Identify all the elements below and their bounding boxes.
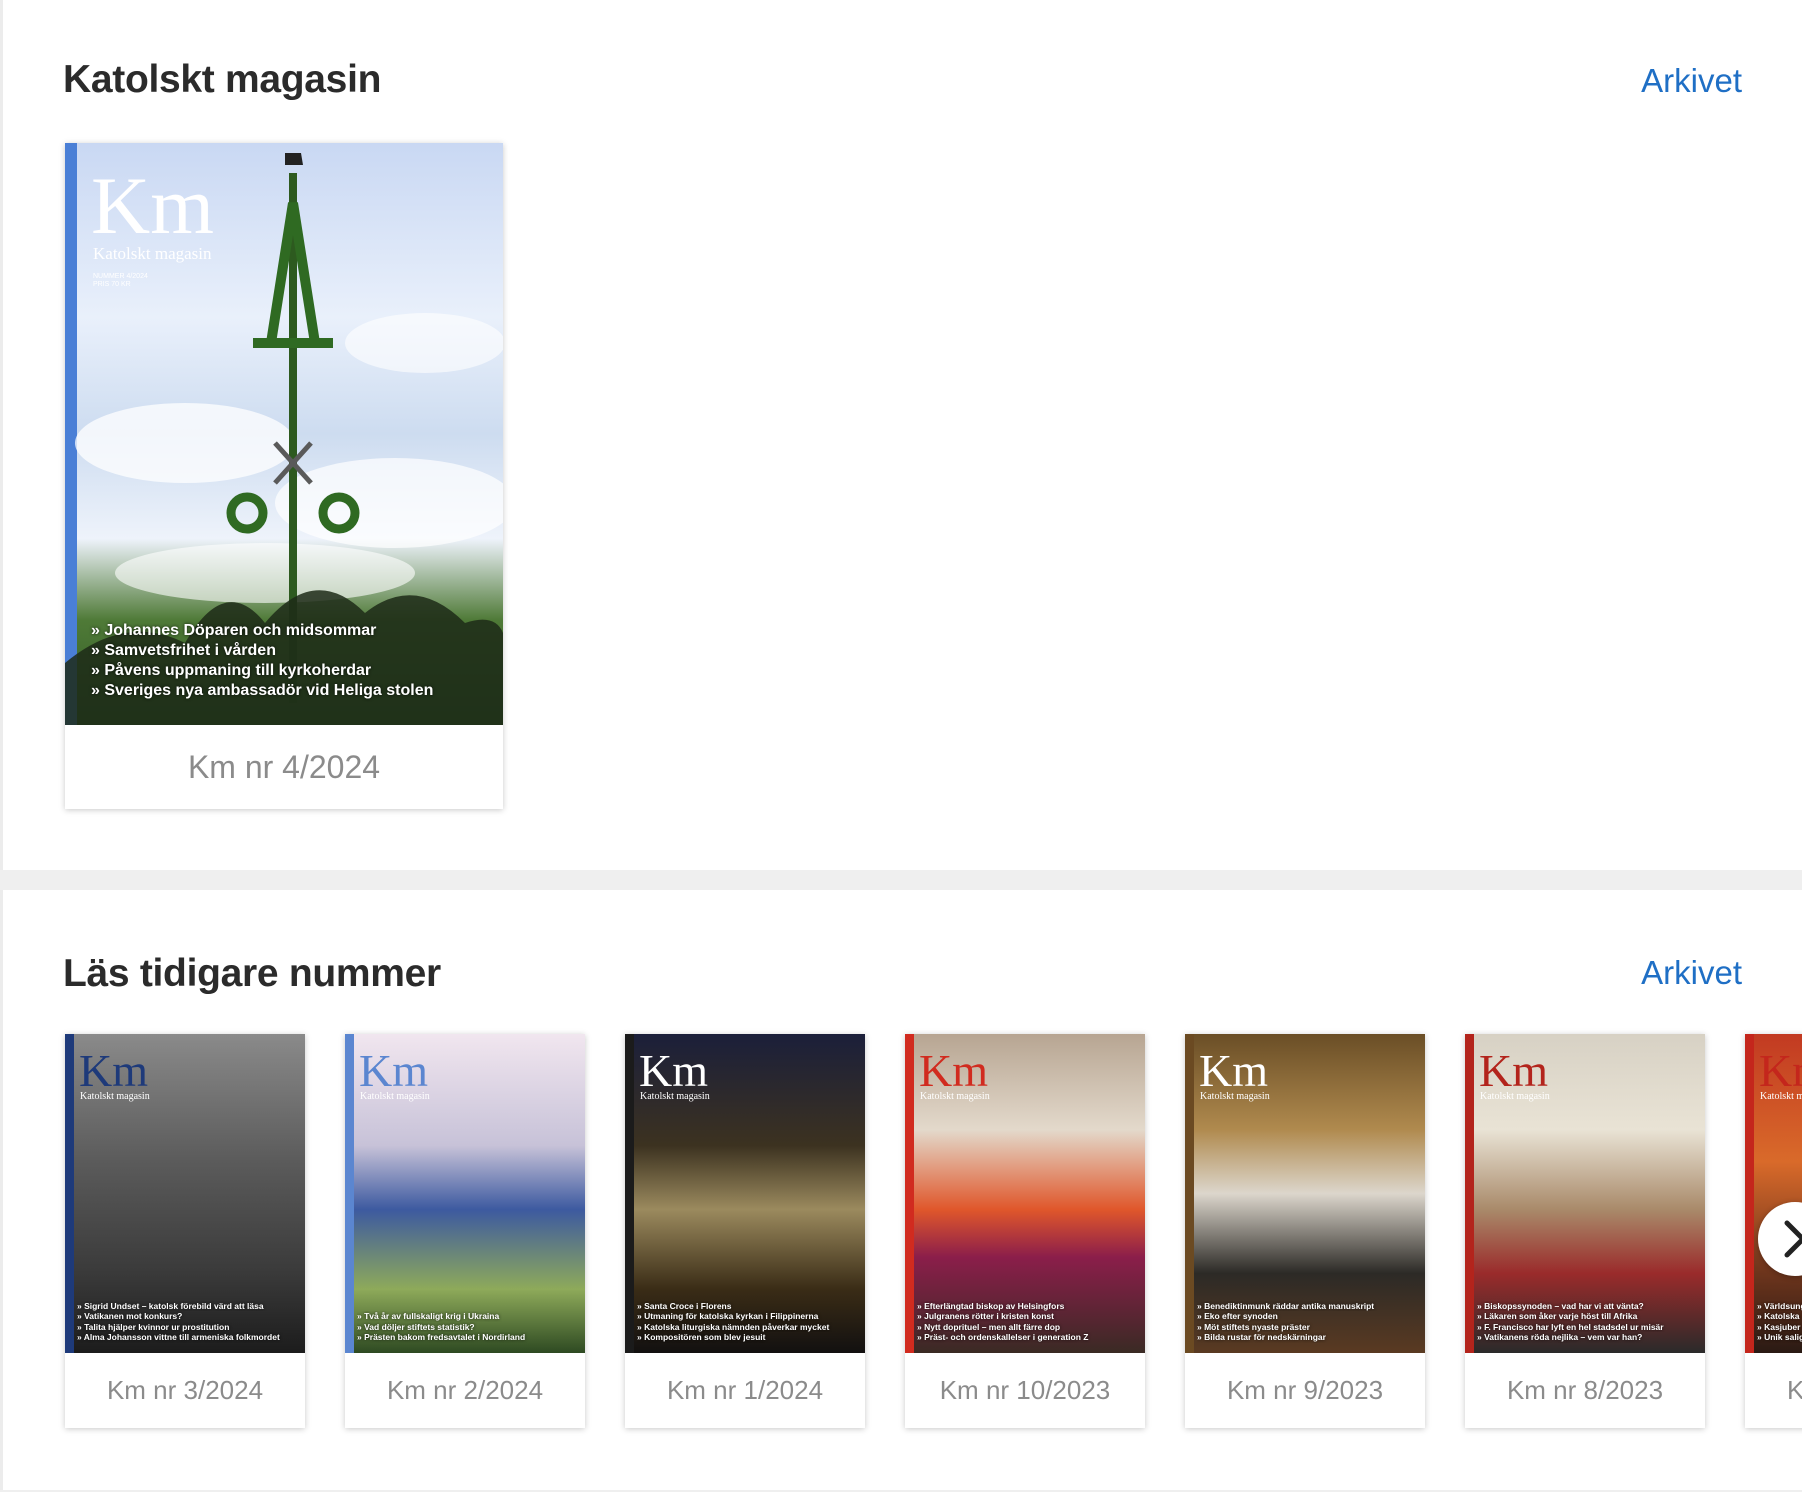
cover-image: Km Katolskt magasin » Sigrid Undset – kato… [65, 1034, 305, 1353]
headline: » Två år av fullskaligt krig i Ukraina [357, 1311, 500, 1322]
headline: » F. Francisco har lyft en hel stadsdel … [1477, 1321, 1664, 1332]
headline: » Påvens uppmaning till kyrkoherdar [91, 662, 372, 679]
cover-image: Km Katolskt magasin » Santa Croce i Floren… [625, 1034, 865, 1353]
cover-headlines: » Två år av fullskaligt krig i Ukraina» … [357, 1311, 579, 1343]
section-title: Katolskt magasin [63, 58, 382, 101]
issue-card[interactable]: Km Katolskt magasin » Biskopssynoden – vad… [1465, 1034, 1705, 1428]
cover-headlines: » Johannes Döparen och midsommar » Samve… [91, 621, 433, 701]
issue-number: NUMMER 4/2024 [93, 273, 148, 280]
headline: » Sveriges nya ambassadör vid Heliga sto… [91, 682, 434, 699]
headline: » Samvetsfrihet i vården [91, 642, 276, 659]
cover-headlines: » Benediktinmunk räddar antika manuskrip… [1197, 1301, 1419, 1344]
masthead: Km [91, 160, 214, 251]
masthead-subtitle: Katolskt magasin [360, 1091, 430, 1102]
cover-headlines: » Världsungdomsdagen» Katolska» Kasjuber… [1757, 1301, 1802, 1344]
issue-card[interactable]: Km Katolskt magasin » Sigrid Undset – kato… [65, 1034, 305, 1428]
masthead-subtitle: Katolskt magasin [1480, 1091, 1550, 1102]
issue-card[interactable]: Km Katolskt magasin » Santa Croce i Floren… [625, 1034, 865, 1428]
headline: » Bilda rustar för nedskärningar [1197, 1332, 1326, 1343]
headline: » Eko efter synoden [1197, 1311, 1278, 1322]
headline: » Johannes Döparen och midsommar [91, 622, 377, 639]
issue-caption: Km nr 2/2024 [386, 1375, 544, 1405]
featured-issue-card[interactable]: Km Katolskt magasin NUMMER 4/2024 PRIS 7… [65, 143, 503, 809]
issue-caption: Km nr 10/2023 [939, 1375, 1111, 1405]
headline: » Talita hjälper kvinnor ur prostitution [77, 1321, 230, 1332]
headline: » Katolska liturgiska nämnden påverkar m… [637, 1321, 830, 1332]
archive-link[interactable]: Arkivet [1641, 62, 1742, 100]
masthead-subtitle: Katolskt magasin [1760, 1091, 1802, 1102]
cover-headlines: » Santa Croce i Florens» Utmaning för ka… [637, 1301, 859, 1344]
headline: » Nytt doprituel – men allt färre dop [917, 1321, 1061, 1332]
masthead-subtitle: Katolskt magasin [93, 244, 212, 263]
headline: » Katolska [1757, 1311, 1800, 1322]
headline: » Vad döljer stiftets statistik? [357, 1321, 475, 1332]
masthead-subtitle: Katolskt magasin [1200, 1091, 1270, 1102]
masthead: Km [1759, 1045, 1802, 1096]
masthead: Km [79, 1045, 148, 1096]
headline: » Sigrid Undset – katolsk förebild värd … [77, 1300, 264, 1311]
cover-image: Km Katolskt magasin NUMMER 4/2024 PRIS 7… [65, 143, 503, 725]
masthead: Km [1199, 1045, 1268, 1096]
archive-link[interactable]: Arkivet [1641, 954, 1742, 992]
headline: » Unik salig [1757, 1332, 1802, 1343]
masthead: Km [1479, 1045, 1548, 1096]
masthead: Km [919, 1045, 988, 1096]
issue-caption: Km nr 8/2023 [1506, 1375, 1664, 1405]
cover-image: Km Katolskt magasin » Benediktinmunk rädda… [1185, 1034, 1425, 1353]
masthead-subtitle: Katolskt magasin [640, 1091, 710, 1102]
cover-image: KmKatolskt magasin» Världsungdomsdagen» … [1745, 1034, 1802, 1353]
masthead-subtitle: Katolskt magasin [920, 1091, 990, 1102]
issue-card[interactable]: Km Katolskt magasin » Två år av fullskalig… [345, 1034, 585, 1428]
headline: » Alma Johansson vittne till armeniska f… [77, 1332, 280, 1343]
issue-card[interactable]: Km Katolskt magasin » Efterlängtad biskop … [905, 1034, 1145, 1428]
headline: » Julgranens rötter i kristen konst [917, 1311, 1054, 1322]
headline: » Santa Croce i Florens [637, 1300, 732, 1311]
issue-caption: Km nr 9/2023 [1226, 1375, 1384, 1405]
issue-caption: Km nr 4/2024 [187, 749, 381, 785]
headline: » Vatikanens röda nejlika – vem var han? [1477, 1332, 1643, 1343]
current-issue-section: Katolskt magasin Arkivet Km Katolskt mag… [0, 0, 1802, 870]
headline: » Kompositören som blev jesuit [637, 1332, 766, 1343]
headline: » Utmaning för katolska kyrkan i Filippi… [637, 1311, 819, 1322]
issue-card[interactable]: Km Katolskt magasin » Benediktinmunk rädda… [1185, 1034, 1425, 1428]
headline: » Vatikanen mot konkurs? [77, 1311, 183, 1322]
masthead-subtitle: Katolskt magasin [80, 1091, 150, 1102]
headline: » Biskopssynoden – vad har vi att vänta? [1477, 1300, 1644, 1311]
issue-price: PRIS 70 KR [93, 281, 131, 289]
headline: » Möt stiftets nyaste präster [1197, 1321, 1310, 1332]
section-title: Läs tidigare nummer [63, 952, 441, 995]
cover-image: Km Katolskt magasin » Efterlängtad biskop … [905, 1034, 1145, 1353]
headline: » Läkaren som åker varje höst till Afrik… [1477, 1311, 1638, 1322]
issue-caption: Km nr 7/2023 [1745, 1353, 1802, 1428]
headline: » Efterlängtad biskop av Helsingfors [917, 1300, 1065, 1311]
headline: » Prästen bakom fredsavtalet i Nordirlan… [357, 1332, 526, 1343]
cover-headlines: » Biskopssynoden – vad har vi att vänta?… [1477, 1301, 1699, 1344]
headline: » Världsungdomsdagen [1757, 1300, 1802, 1311]
masthead: Km [359, 1045, 428, 1096]
cover-image: Km Katolskt magasin » Två år av fullskalig… [345, 1034, 585, 1353]
headline: » Kasjuber [1757, 1321, 1801, 1332]
issue-caption: Km nr 1/2024 [666, 1375, 824, 1405]
cover-image: Km Katolskt magasin » Biskopssynoden – vad… [1465, 1034, 1705, 1353]
previous-issues-section: Läs tidigare nummer Arkivet Km Katolskt m… [0, 890, 1802, 1490]
cover-headlines: » Efterlängtad biskop av Helsingfors» Ju… [917, 1301, 1139, 1344]
chevron-right-icon [1784, 1220, 1802, 1258]
headline: » Präst- och ordenskallelser i generatio… [917, 1332, 1089, 1343]
headline: » Benediktinmunk räddar antika manuskrip… [1197, 1300, 1375, 1311]
cover-headlines: » Sigrid Undset – katolsk förebild värd … [77, 1301, 299, 1344]
masthead: Km [639, 1045, 708, 1096]
issue-caption: Km nr 3/2024 [106, 1375, 264, 1405]
